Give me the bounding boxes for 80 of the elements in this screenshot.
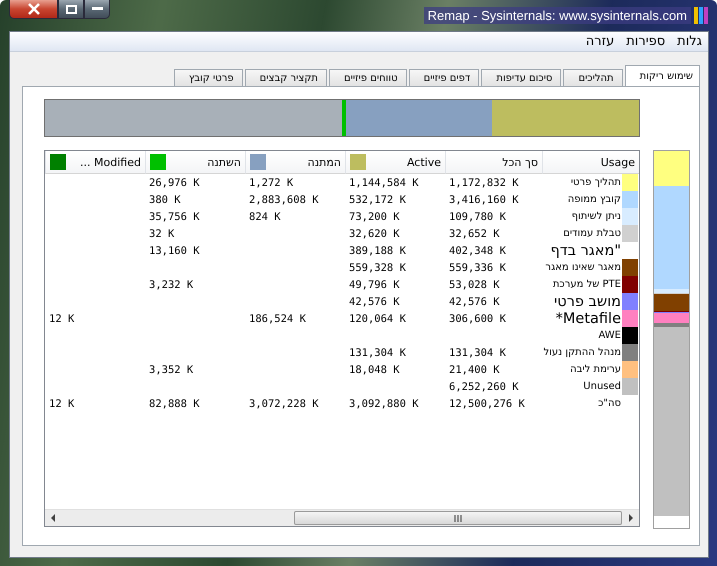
table-cell-text: 73,200 K <box>348 210 401 224</box>
table-cell-text: 3,232 K <box>148 278 194 292</box>
table-cell-text: 35,756 K <box>148 210 201 224</box>
table-cell-text: 559,336 K <box>448 260 507 276</box>
table-cell-text: 82,888 K <box>148 396 201 412</box>
table-cell: Metafile* <box>556 310 621 326</box>
color-bars-icon <box>694 7 709 24</box>
table-cell-text: 3,072,228 K <box>248 396 320 412</box>
table-cell-text: 2,883,608 K <box>248 192 320 208</box>
table-cell-text: 32,652 K <box>448 226 501 242</box>
table-cell: תהליך פרטי <box>570 177 621 188</box>
table-cell-text: 3,092,880 K <box>348 396 420 412</box>
table-cell-text: 26,976 K <box>148 176 201 190</box>
table-cell-text: 1,144,584 K <box>348 176 420 190</box>
column-header[interactable]: Usage <box>542 151 639 174</box>
close-icon <box>26 3 40 15</box>
table-cell-text: 131,304 K <box>348 346 407 360</box>
table-cell: ניתן לשיתוף <box>572 211 621 222</box>
table-cell: PTE של מערכת <box>552 279 621 290</box>
column-header[interactable]: Active <box>345 151 445 174</box>
table-cell-text: 18,048 K <box>348 362 401 378</box>
table-cell-text: 32 K <box>148 226 176 242</box>
table-cell: AWE <box>598 330 621 341</box>
window-title: Remap - Sysinternals: www.sysinternals.com <box>424 7 691 24</box>
table-cell-text: 1,172,832 K <box>448 176 520 190</box>
table-cell-text: 21,400 K <box>448 362 501 378</box>
table-cell-text: 109,780 K <box>448 210 507 224</box>
table-cell-text: 532,172 K <box>348 192 407 208</box>
tab[interactable]: פרטי קובץ <box>174 69 243 86</box>
table-cell-text: 402,348 K <box>448 244 507 258</box>
table-cell: ערימת ליבה <box>570 364 621 375</box>
tab[interactable]: טווחים פיזיים <box>328 69 407 86</box>
table-cell: מאגר שאינו מאגר <box>545 262 621 273</box>
table-cell: Unused <box>583 381 621 392</box>
table-cell-text: 131,304 K <box>448 346 507 360</box>
close-button[interactable] <box>9 0 58 19</box>
tab[interactable]: שימוש ריקות <box>624 65 700 86</box>
table-cell-text: 306,600 K <box>448 312 507 326</box>
table-cell-text: 824 K <box>248 210 282 224</box>
table-cell-text: 380 K <box>148 192 182 208</box>
column-header[interactable]: סך הכל <box>445 151 542 174</box>
tab[interactable]: סיכום עדיפות <box>481 69 562 86</box>
table-cell: מנהל ההתקן נעול <box>544 347 621 358</box>
table-cell: "מאגר בדף <box>550 242 621 258</box>
table-cell-text: 12 K <box>48 312 76 326</box>
table-cell-text: 1,272 K <box>248 176 294 190</box>
table-cell: מושב פרטי <box>554 294 621 310</box>
tab[interactable]: תקציר קבצים <box>244 69 327 86</box>
table-cell: טבלת עמודים <box>563 228 621 239</box>
table-cell-text: 6,252,260 K <box>448 380 520 394</box>
table-cell-text: 3,352 K <box>148 362 194 378</box>
column-header[interactable]: Modified ... <box>45 151 145 174</box>
tab[interactable]: תהליכים <box>563 69 623 86</box>
table-cell-text: 559,328 K <box>348 260 407 276</box>
table-cell-text: 186,524 K <box>248 312 307 326</box>
tab[interactable]: דפים פיזיים <box>408 69 480 86</box>
table-cell-text: 12,500,276 K <box>448 396 526 412</box>
table-cell-text: 32,620 K <box>348 226 401 242</box>
column-header[interactable]: השתנה <box>145 151 245 174</box>
table-cell: קובץ ממופה <box>568 194 621 205</box>
maximize-button[interactable] <box>58 0 84 19</box>
table-cell-text: 3,416,160 K <box>448 192 520 208</box>
table-cell-text: 49,796 K <box>348 278 401 292</box>
table-cell: סה"כ <box>598 398 621 409</box>
grip-icon <box>454 514 462 522</box>
table-cell-text: 389,188 K <box>348 244 407 258</box>
maximize-icon <box>66 4 76 14</box>
menu-item[interactable]: ספירות <box>621 34 670 49</box>
table-cell-text: 13,160 K <box>148 244 201 258</box>
table-cell-text: 53,028 K <box>448 278 501 292</box>
column-header[interactable]: המתנה <box>245 151 345 174</box>
menu-item[interactable]: עזרה <box>580 34 620 49</box>
scrollbar-thumb[interactable] <box>294 511 622 525</box>
minimize-button[interactable] <box>84 0 110 19</box>
table-cell-text: 120,064 K <box>348 312 407 326</box>
table-cell-text: 12 K <box>48 396 76 412</box>
table-cell-text: 42,576 K <box>348 294 401 310</box>
table-cell-text: 42,576 K <box>448 294 501 310</box>
minimize-icon <box>92 7 102 11</box>
menu-item[interactable]: גלות <box>672 34 707 49</box>
